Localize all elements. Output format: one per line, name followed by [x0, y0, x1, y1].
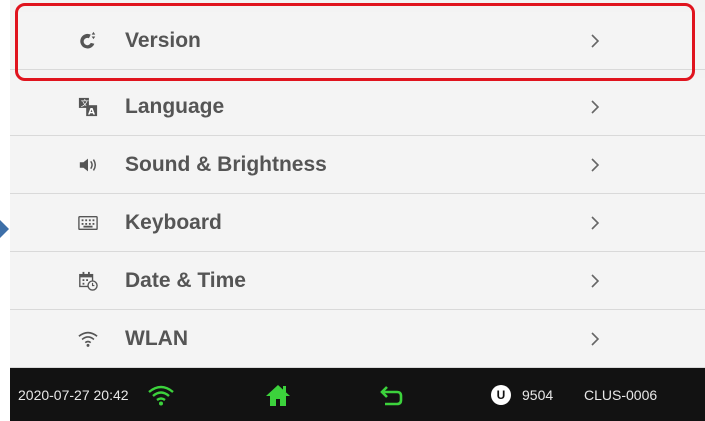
chevron-right-icon [590, 33, 600, 48]
home-icon[interactable] [265, 383, 291, 407]
speaker-icon [78, 155, 98, 175]
menu-item-label: Version [125, 28, 201, 52]
device-id: CLUS-0006 [584, 386, 658, 403]
menu-item-label: Language [125, 94, 225, 118]
menu-item-label: Keyboard [125, 210, 222, 234]
keyboard-icon [78, 213, 98, 233]
chevron-right-icon [590, 157, 600, 172]
menu-item-date-time[interactable]: Date & Time [10, 252, 705, 310]
back-icon[interactable] [380, 384, 404, 406]
wifi-icon [78, 329, 98, 349]
svg-text:A: A [88, 107, 95, 117]
wifi-icon [148, 384, 174, 406]
menu-item-keyboard[interactable]: Keyboard [10, 194, 705, 252]
device-screen: Version 文 A Language Sound & Brightness … [10, 0, 705, 421]
menu-item-version[interactable]: Version [10, 12, 705, 70]
chevron-right-icon [590, 273, 600, 288]
chevron-right-icon [590, 99, 600, 114]
version-icon [78, 31, 98, 51]
menu-item-language[interactable]: 文 A Language [10, 78, 705, 136]
language-icon: 文 A [78, 97, 98, 117]
status-datetime: 2020-07-27 20:42 [18, 386, 129, 403]
calendar-clock-icon [78, 271, 98, 291]
chevron-right-icon [590, 331, 600, 346]
user-badge: U [491, 384, 511, 405]
pointer-arrow-icon [0, 220, 9, 238]
settings-menu: Version 文 A Language Sound & Brightness … [10, 0, 705, 368]
menu-item-label: Date & Time [125, 268, 246, 292]
menu-item-sound-brightness[interactable]: Sound & Brightness [10, 136, 705, 194]
status-bar: 2020-07-27 20:42 U 9504 CLUS-0006 [10, 368, 705, 421]
user-number: 9504 [522, 386, 554, 403]
menu-item-label: Sound & Brightness [125, 152, 327, 176]
menu-item-wlan[interactable]: WLAN [10, 310, 705, 368]
chevron-right-icon [590, 215, 600, 230]
menu-item-label: WLAN [125, 326, 188, 350]
